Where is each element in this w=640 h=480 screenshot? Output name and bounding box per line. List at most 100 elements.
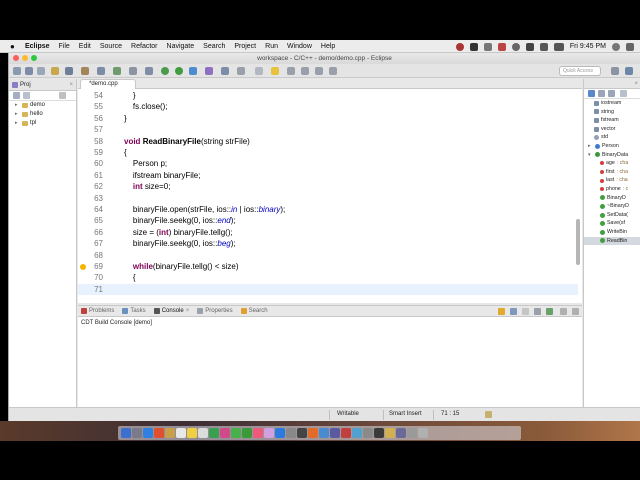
- open-element-icon[interactable]: [237, 67, 245, 75]
- clear-console-icon[interactable]: [522, 308, 529, 315]
- open-perspective-icon[interactable]: [611, 67, 619, 75]
- app-icon[interactable]: [352, 428, 362, 438]
- outline-item[interactable]: SetData(: [584, 211, 640, 220]
- link-editor-icon[interactable]: [23, 92, 30, 99]
- photos-icon[interactable]: [220, 428, 230, 438]
- notes-icon[interactable]: [187, 428, 197, 438]
- code-line[interactable]: 54 }: [78, 90, 578, 101]
- expand-icon[interactable]: ▸: [588, 142, 593, 151]
- code-line[interactable]: 69 while(binaryFile.tellg() < size): [78, 261, 578, 272]
- app-store-icon[interactable]: [275, 428, 285, 438]
- cpp-perspective-icon[interactable]: [625, 67, 633, 75]
- menu-run[interactable]: Run: [265, 43, 278, 50]
- next-annotation-icon[interactable]: [287, 67, 295, 75]
- scroll-lock-icon[interactable]: [510, 308, 517, 315]
- tab-search[interactable]: Search: [240, 308, 268, 314]
- code-line[interactable]: 63: [78, 193, 578, 204]
- code-line[interactable]: 62 int size=0;: [78, 181, 578, 192]
- finder-icon[interactable]: [121, 428, 131, 438]
- code-line[interactable]: 64 binaryFile.open(strFile, ios::in | io…: [78, 204, 578, 215]
- outline-item[interactable]: Save(sf: [584, 219, 640, 228]
- code-area[interactable]: 54 } 55 fs.close(); 56} 57 58 void ReadBi…: [78, 90, 582, 302]
- project-demo[interactable]: ▸ demo: [9, 101, 76, 110]
- calendar-icon[interactable]: [176, 428, 186, 438]
- chrome-icon[interactable]: [319, 428, 329, 438]
- highlight-icon[interactable]: [271, 67, 279, 75]
- menu-app[interactable]: Eclipse: [25, 43, 50, 50]
- code-line[interactable]: 57: [78, 124, 578, 135]
- console-output[interactable]: CDT Build Console [demo]: [78, 317, 582, 329]
- debug-icon[interactable]: [161, 67, 169, 75]
- code-line[interactable]: 56}: [78, 113, 578, 124]
- pin-console-icon[interactable]: [498, 308, 505, 315]
- external-tools-icon[interactable]: [189, 67, 197, 75]
- tab-console[interactable]: Console ×: [153, 308, 190, 314]
- outline-close-icon[interactable]: ×: [634, 78, 638, 90]
- expand-icon[interactable]: ▸: [15, 119, 20, 128]
- close-view-icon[interactable]: ×: [69, 79, 73, 91]
- outline-item[interactable]: BinaryD: [584, 194, 640, 203]
- console-close-icon[interactable]: ×: [186, 308, 190, 314]
- prev-annotation-icon[interactable]: [301, 67, 309, 75]
- maps-icon[interactable]: [209, 428, 219, 438]
- outline-item[interactable]: age: cha: [584, 159, 640, 168]
- outline-item[interactable]: vector: [584, 125, 640, 134]
- collapse-icon[interactable]: ▾: [588, 151, 593, 160]
- books-icon[interactable]: [264, 428, 274, 438]
- save-icon[interactable]: [25, 67, 33, 75]
- project-explorer-tab[interactable]: Proj ×: [9, 79, 76, 91]
- print-icon[interactable]: [65, 67, 73, 75]
- warning-marker-icon[interactable]: [80, 264, 86, 270]
- battery-icon[interactable]: [553, 42, 564, 51]
- messages-icon[interactable]: [231, 428, 241, 438]
- app-icon[interactable]: [341, 428, 351, 438]
- outline-item[interactable]: ~BinaryD: [584, 202, 640, 211]
- outline-item[interactable]: std: [584, 133, 640, 142]
- app-icon[interactable]: [363, 428, 373, 438]
- menu-navigate[interactable]: Navigate: [167, 43, 195, 50]
- hide-fields-icon[interactable]: [598, 90, 605, 97]
- menu-help[interactable]: Help: [321, 43, 335, 50]
- outline-item[interactable]: first: cha: [584, 168, 640, 177]
- menu-search[interactable]: Search: [203, 43, 225, 50]
- close-window-icon[interactable]: [13, 55, 19, 61]
- outline-menu-icon[interactable]: [620, 90, 627, 97]
- outline-item[interactable]: phone: c: [584, 185, 640, 194]
- new-icon[interactable]: [13, 67, 21, 75]
- music-icon[interactable]: [253, 428, 263, 438]
- profile-icon[interactable]: [205, 67, 213, 75]
- code-line[interactable]: 66 size = (int) binaryFile.tellg();: [78, 227, 578, 238]
- zoom-window-icon[interactable]: [31, 55, 37, 61]
- mail-icon[interactable]: [154, 428, 164, 438]
- outline-item[interactable]: WriteBin: [584, 228, 640, 237]
- code-line[interactable]: 70 {: [78, 272, 578, 283]
- brightness-icon[interactable]: [511, 42, 520, 51]
- collapse-all-icon[interactable]: [13, 92, 20, 99]
- hide-static-icon[interactable]: [608, 90, 615, 97]
- outline-item[interactable]: iostream: [584, 99, 640, 108]
- menu-refactor[interactable]: Refactor: [131, 43, 157, 50]
- open-console-icon[interactable]: [546, 308, 553, 315]
- code-line[interactable]: 65 binaryFile.seekg(0, ios::end);: [78, 215, 578, 226]
- outline-tab[interactable]: ×: [584, 79, 640, 89]
- search-icon[interactable]: [612, 42, 620, 51]
- display-console-icon[interactable]: [534, 308, 541, 315]
- maximize-view-icon[interactable]: [572, 308, 579, 315]
- outline-item[interactable]: ▾ BinaryData: [584, 151, 640, 160]
- menu-list-icon[interactable]: [626, 42, 634, 51]
- annotation-icon[interactable]: [255, 67, 263, 75]
- menu-source[interactable]: Source: [100, 43, 122, 50]
- search-toolbar-icon[interactable]: [221, 67, 229, 75]
- minimize-view-icon[interactable]: [560, 308, 567, 315]
- code-line[interactable]: 67 binaryFile.seekg(0, ios::beg);: [78, 238, 578, 249]
- downloads-icon[interactable]: [407, 428, 417, 438]
- tab-tasks[interactable]: Tasks: [122, 308, 146, 314]
- menu-window[interactable]: Window: [287, 43, 312, 50]
- expand-icon[interactable]: ▸: [15, 101, 20, 110]
- quick-access-field[interactable]: Quick Access: [559, 66, 601, 76]
- forward-icon[interactable]: [329, 67, 337, 75]
- editor-scrollbar[interactable]: [576, 91, 581, 301]
- expand-icon[interactable]: ▸: [15, 110, 20, 119]
- view-menu-icon[interactable]: [59, 92, 66, 99]
- contacts-icon[interactable]: [165, 428, 175, 438]
